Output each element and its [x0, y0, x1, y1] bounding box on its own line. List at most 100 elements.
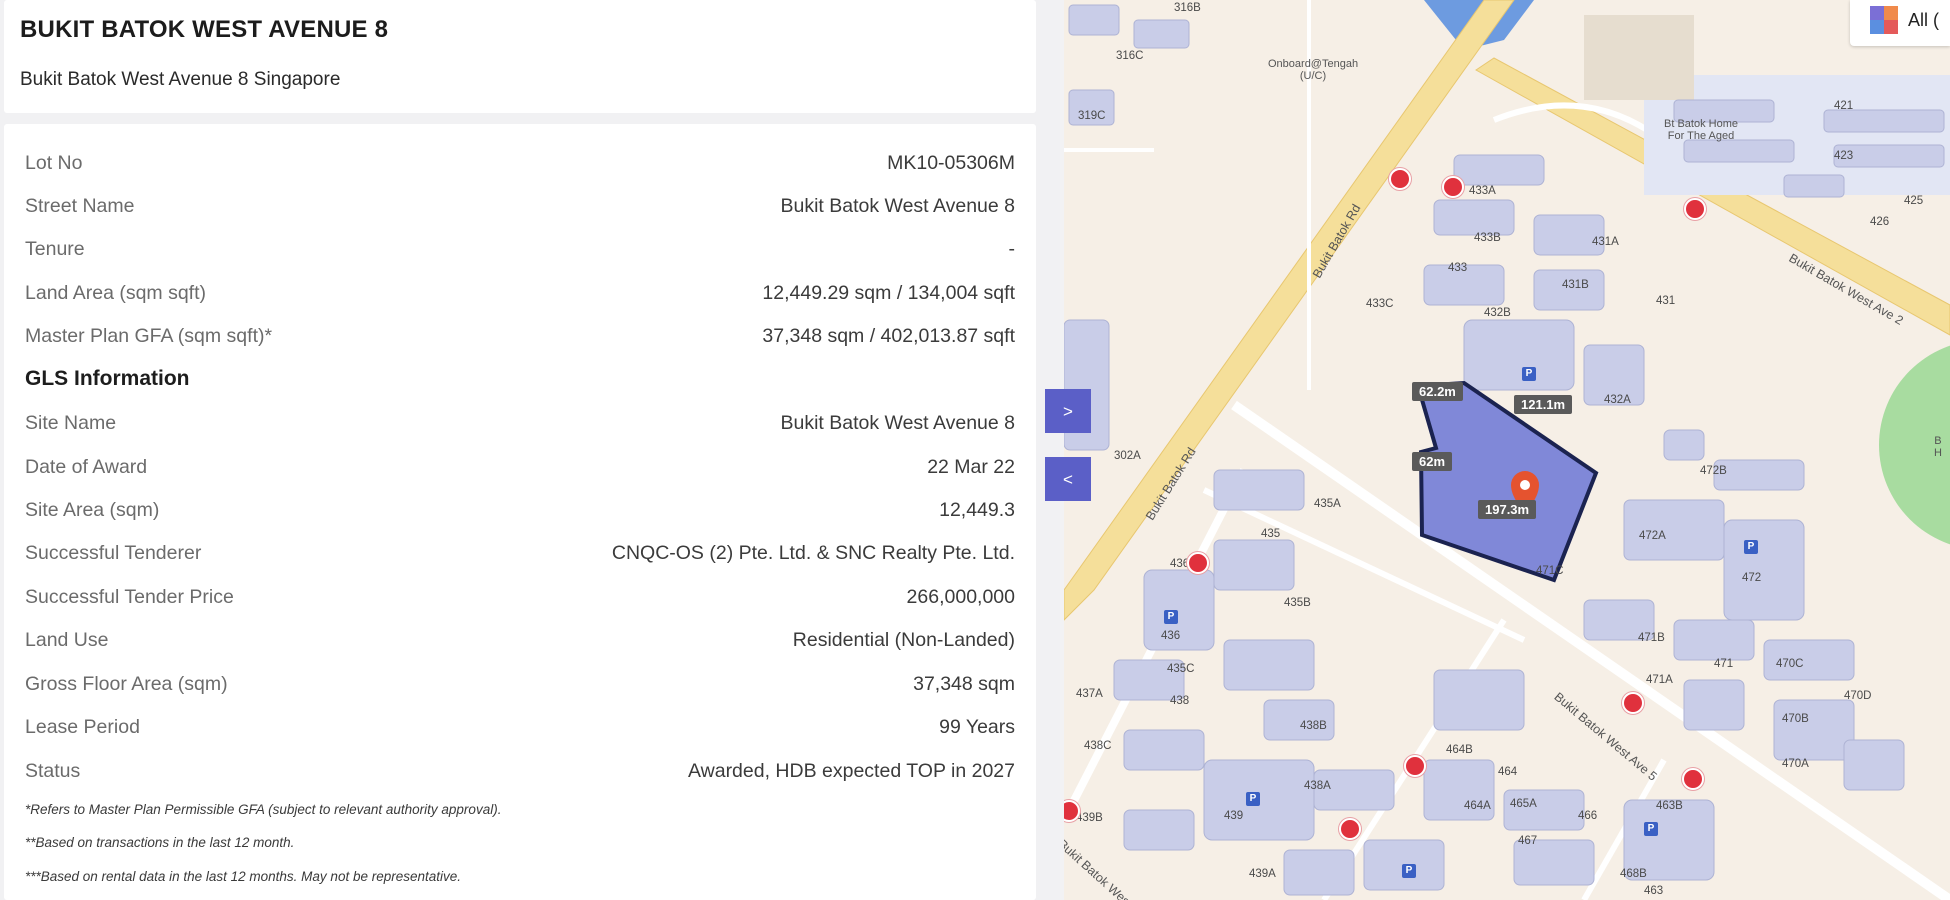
block-number-label: 431 — [1656, 295, 1676, 307]
gls-value: 37,348 sqm — [913, 673, 1015, 695]
block-number-label: 438C — [1084, 740, 1112, 752]
gls-row: Land Use Residential (Non-Landed) — [25, 629, 1015, 659]
block-number-label: 432B — [1484, 307, 1511, 319]
gls-value: 12,449.3 — [939, 499, 1015, 521]
parking-icon: P — [1644, 822, 1658, 836]
gls-row: Status Awarded, HDB expected TOP in 2027 — [25, 760, 1015, 790]
block-number-label: 433B — [1474, 232, 1501, 244]
block-number-label: 316C — [1116, 50, 1144, 62]
block-number-label: 433A — [1469, 185, 1496, 197]
block-number-label: 465A — [1510, 798, 1537, 810]
block-number-label: 439B — [1076, 812, 1103, 824]
poi-marker-icon[interactable] — [1389, 168, 1411, 190]
detail-label: Land Area (sqm sqft) — [25, 282, 207, 304]
detail-label: Street Name — [25, 195, 135, 217]
gls-row: Site Area (sqm) 12,449.3 — [25, 499, 1015, 529]
block-number-label: 435B — [1284, 597, 1311, 609]
poi-marker-icon[interactable] — [1404, 755, 1426, 777]
gls-label: Site Name — [25, 412, 117, 434]
place-name: For The Aged — [1667, 130, 1735, 142]
gls-row: Date of Award 22 Mar 22 — [25, 456, 1015, 486]
block-number-label: 431A — [1592, 236, 1619, 248]
gls-value: Bukit Batok West Avenue 8 — [780, 412, 1015, 434]
detail-row: Street Name Bukit Batok West Avenue 8 — [25, 195, 1015, 225]
poi-marker-icon[interactable] — [1339, 818, 1361, 840]
detail-value: 37,348 sqm / 402,013.87 sqft — [762, 325, 1015, 347]
poi-marker-icon[interactable] — [1187, 552, 1209, 574]
block-number-label: 432A — [1604, 394, 1631, 406]
expand-panel-button[interactable]: > — [1045, 389, 1091, 433]
detail-value: MK10-05306M — [887, 152, 1015, 174]
gls-value: 99 Years — [939, 716, 1015, 738]
gls-row: Gross Floor Area (sqm) 37,348 sqm — [25, 673, 1015, 703]
poi-marker-icon[interactable] — [1442, 176, 1464, 198]
block-number-label: 435A — [1314, 498, 1341, 510]
page-title: BUKIT BATOK WEST AVENUE 8 — [20, 16, 389, 43]
block-number-label: 466 — [1578, 810, 1598, 822]
gls-label: Gross Floor Area (sqm) — [25, 673, 228, 695]
block-number-label: 439 — [1224, 810, 1244, 822]
gls-label: Land Use — [25, 629, 109, 651]
page-subtitle: Bukit Batok West Avenue 8 Singapore — [20, 69, 341, 90]
parking-icon: P — [1522, 367, 1536, 381]
block-number-label: 438 — [1170, 695, 1190, 707]
block-number-label: 463 — [1644, 885, 1664, 897]
block-number-label: 471 — [1714, 658, 1734, 670]
block-number-label: 470C — [1776, 658, 1804, 670]
detail-value: 12,449.29 sqm / 134,004 sqft — [762, 282, 1015, 304]
collapse-panel-button[interactable]: < — [1045, 457, 1091, 501]
layers-icon — [1870, 6, 1898, 34]
poi-marker-icon[interactable] — [1682, 768, 1704, 790]
block-number-label: 302A — [1114, 450, 1141, 462]
block-number-label: 433 — [1448, 262, 1468, 274]
gls-row: Site Name Bukit Batok West Avenue 8 — [25, 412, 1015, 442]
place-name: Onboard@Tengah — [1268, 58, 1359, 70]
gls-value: CNQC-OS (2) Pte. Ltd. & SNC Realty Pte. … — [611, 542, 1015, 564]
block-number-label: 463B — [1656, 800, 1683, 812]
footnote: *Refers to Master Plan Permissible GFA (… — [25, 802, 502, 817]
place-label-park: B H — [1934, 435, 1942, 459]
gls-label: Status — [25, 760, 81, 782]
block-number-label: 472B — [1700, 465, 1727, 477]
parking-icon: P — [1744, 540, 1758, 554]
measurement-label: 197.3m — [1478, 500, 1537, 519]
block-number-label: 438B — [1300, 720, 1327, 732]
detail-value: Bukit Batok West Avenue 8 — [780, 195, 1015, 217]
gls-value: 22 Mar 22 — [927, 456, 1015, 478]
measurement-label: 62m — [1412, 452, 1453, 471]
map-view[interactable]: Onboard@Tengah (U/C) Bt Batok Home For T… — [1064, 0, 1950, 900]
map-canvas — [1064, 0, 1950, 900]
measurement-label: 62.2m — [1412, 382, 1463, 401]
poi-marker-icon[interactable] — [1684, 198, 1706, 220]
place-name: B — [1934, 435, 1942, 447]
block-number-label: 316B — [1174, 2, 1201, 14]
gls-value: Residential (Non-Landed) — [792, 629, 1015, 651]
detail-label: Master Plan GFA (sqm sqft)* — [25, 325, 273, 347]
block-number-label: 435C — [1167, 663, 1195, 675]
place-label-onboard: Onboard@Tengah (U/C) — [1268, 58, 1358, 82]
block-number-label: 439A — [1249, 868, 1276, 880]
block-number-label: 435 — [1261, 528, 1281, 540]
detail-row: Land Area (sqm sqft) 12,449.29 sqm / 134… — [25, 282, 1015, 312]
footnote: **Based on transactions in the last 12 m… — [25, 835, 295, 850]
detail-row: Master Plan GFA (sqm sqft)* 37,348 sqm /… — [25, 325, 1015, 355]
header-card: BUKIT BATOK WEST AVENUE 8 Bukit Batok We… — [4, 0, 1036, 113]
poi-marker-icon[interactable] — [1622, 692, 1644, 714]
footnote: ***Based on rental data in the last 12 m… — [25, 869, 462, 884]
block-number-label: 472A — [1639, 530, 1666, 542]
block-number-label: 437A — [1076, 688, 1103, 700]
place-name: H — [1934, 447, 1942, 459]
block-number-label: 467 — [1518, 835, 1538, 847]
block-number-label: 423 — [1834, 150, 1854, 162]
block-number-label: 468B — [1620, 868, 1647, 880]
parking-icon: P — [1164, 610, 1178, 624]
layer-filter-button[interactable]: All ( — [1850, 0, 1950, 46]
gls-value: Awarded, HDB expected TOP in 2027 — [687, 760, 1015, 782]
place-status: (U/C) — [1299, 70, 1327, 82]
gls-heading: GLS Information — [25, 367, 190, 390]
gls-label: Successful Tender Price — [25, 586, 234, 608]
gls-label: Successful Tenderer — [25, 542, 202, 564]
parking-icon: P — [1402, 864, 1416, 878]
block-number-label: 472 — [1742, 572, 1762, 584]
block-number-label: 421 — [1834, 100, 1854, 112]
